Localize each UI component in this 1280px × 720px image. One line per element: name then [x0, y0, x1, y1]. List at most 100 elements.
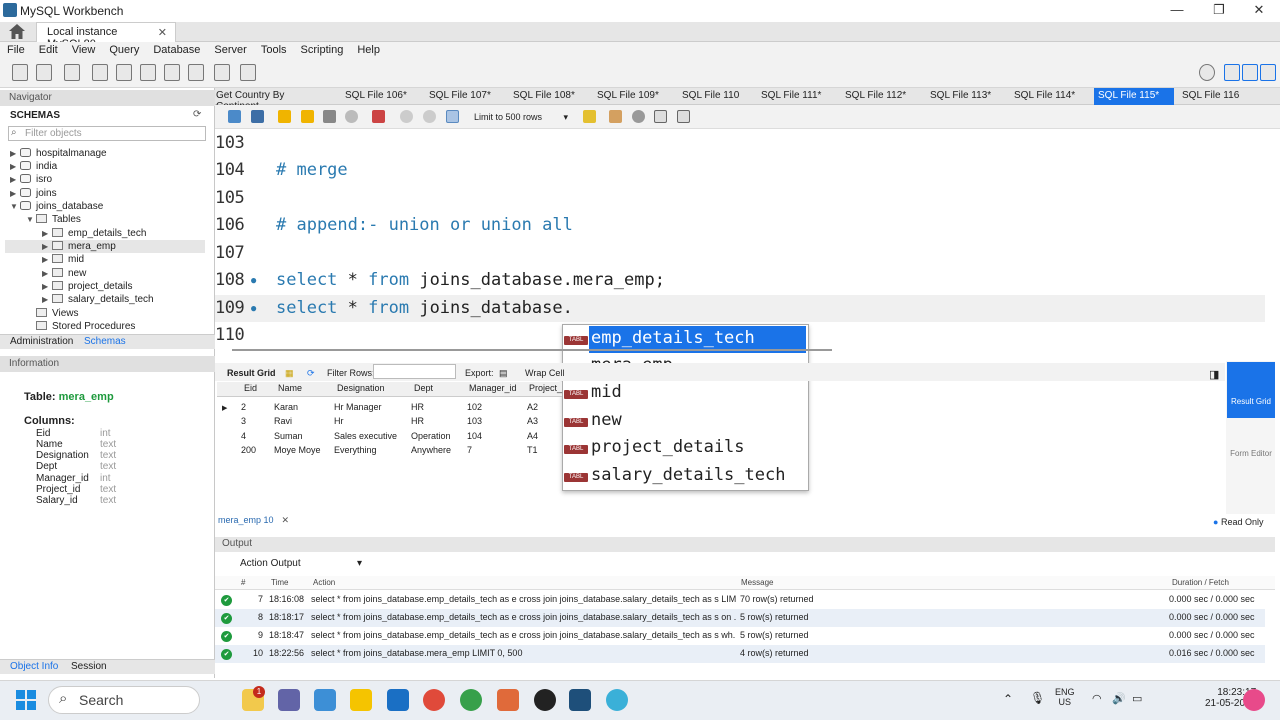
- grid-cell[interactable]: Moye Moye: [274, 445, 321, 455]
- stop-icon[interactable]: [345, 110, 358, 123]
- inspector-icon[interactable]: [64, 64, 80, 81]
- filter-objects-input[interactable]: ⌕ Filter objects: [8, 126, 206, 141]
- grid-cell[interactable]: 4: [241, 431, 246, 441]
- grid-column-header[interactable]: Designation: [337, 383, 385, 393]
- volume-icon[interactable]: 🔊: [1112, 692, 1126, 705]
- sql-tab[interactable]: SQL File 109*: [597, 88, 659, 105]
- sql-tab[interactable]: SQL File 112*: [845, 88, 906, 105]
- schema-item[interactable]: ▶ isro: [10, 174, 52, 185]
- grid-cell[interactable]: Hr: [334, 416, 344, 426]
- mysql-workbench-taskbar-icon[interactable]: [569, 689, 591, 711]
- close-button[interactable]: ✕: [1244, 2, 1274, 20]
- chrome-icon[interactable]: [423, 689, 445, 711]
- result-tab[interactable]: mera_emp 10 ✕: [218, 515, 289, 526]
- explain-icon[interactable]: [323, 110, 336, 123]
- result-grid-label[interactable]: Result Grid: [227, 368, 276, 378]
- refresh-icon[interactable]: ⟳: [307, 368, 315, 379]
- filter-rows-input[interactable]: [373, 364, 456, 379]
- execute-icon[interactable]: [278, 110, 291, 123]
- grid-cell[interactable]: A2: [527, 402, 538, 412]
- sql-tab-active[interactable]: SQL File 115*: [1094, 88, 1174, 105]
- chrome-profile-icon[interactable]: [460, 689, 482, 711]
- grid-cell[interactable]: A3: [527, 416, 538, 426]
- search-table-data-icon[interactable]: [214, 64, 230, 81]
- menu-tools[interactable]: Tools: [254, 44, 294, 56]
- procedures-folder[interactable]: Stored Procedures: [26, 321, 135, 332]
- tables-folder[interactable]: ▼ Tables: [26, 214, 81, 225]
- schema-item[interactable]: ▶ hospitalmanage: [10, 148, 107, 159]
- chevron-up-icon[interactable]: ⌃: [1003, 692, 1013, 706]
- menu-edit[interactable]: Edit: [32, 44, 65, 56]
- home-icon[interactable]: [8, 23, 26, 40]
- table-item[interactable]: ▶ project_details: [42, 281, 132, 292]
- output-row[interactable]: ✔ 10 18:22:56 select * from joins_database.…: [215, 645, 1265, 663]
- grid-cell[interactable]: T1: [527, 445, 538, 455]
- open-file-icon[interactable]: [228, 110, 241, 123]
- schema-item[interactable]: ▼ joins_database: [10, 201, 103, 212]
- grid-cell[interactable]: 3: [241, 416, 246, 426]
- open-sql-script-icon[interactable]: [36, 64, 52, 81]
- word-wrap-icon[interactable]: [677, 110, 690, 123]
- tab-schemas[interactable]: Schemas: [84, 336, 126, 347]
- mail-icon[interactable]: [387, 689, 409, 711]
- autocomplete-item[interactable]: TABL new: [562, 408, 809, 435]
- app-icon[interactable]: [606, 689, 628, 711]
- autocomplete-item[interactable]: TABL salary_details_tech: [562, 463, 809, 490]
- grid-cell[interactable]: Operation: [411, 431, 451, 441]
- file-explorer-icon[interactable]: [350, 689, 372, 711]
- result-grid-button[interactable]: Result Grid: [1227, 362, 1275, 418]
- invisible-chars-icon[interactable]: [654, 110, 667, 123]
- sql-tab[interactable]: SQL File 116: [1182, 88, 1239, 105]
- grid-cell[interactable]: Sales executive: [334, 431, 397, 441]
- grid-cell[interactable]: 103: [467, 416, 482, 426]
- table-item[interactable]: ▶ mera_emp: [42, 241, 116, 252]
- grid-cell[interactable]: 7: [467, 445, 472, 455]
- snippet-icon[interactable]: [609, 110, 622, 123]
- limit-rows-select[interactable]: Limit to 500 rows ▾: [470, 110, 570, 125]
- grid-column-header[interactable]: Dept: [414, 383, 433, 393]
- close-tab-icon[interactable]: ✕: [282, 515, 290, 525]
- table-item[interactable]: ▶ new: [42, 268, 86, 279]
- rollback-icon[interactable]: [423, 110, 436, 123]
- grid-cell[interactable]: 200: [241, 445, 256, 455]
- menu-scripting[interactable]: Scripting: [294, 44, 351, 56]
- toggle-output-icon[interactable]: [1242, 64, 1258, 81]
- autocomplete-item[interactable]: TABL mid: [562, 380, 809, 407]
- taskbar-search[interactable]: ⌕ Search: [48, 686, 200, 714]
- tab-session[interactable]: Session: [71, 661, 107, 672]
- sql-tab[interactable]: SQL File 110: [682, 88, 739, 105]
- table-item[interactable]: ▶ mid: [42, 254, 84, 265]
- grid-cell[interactable]: 102: [467, 402, 482, 412]
- create-schema-icon[interactable]: [92, 64, 108, 81]
- views-folder[interactable]: Views: [26, 308, 79, 319]
- sql-tab[interactable]: SQL File 111*: [761, 88, 821, 105]
- menu-help[interactable]: Help: [350, 44, 387, 56]
- commit-icon[interactable]: [400, 110, 413, 123]
- close-tab-icon[interactable]: ✕: [158, 26, 167, 39]
- grid-column-header[interactable]: Manager_id: [469, 383, 517, 393]
- menu-view[interactable]: View: [65, 44, 103, 56]
- schema-item[interactable]: ▶ joins: [10, 188, 57, 199]
- language-indicator[interactable]: ENG US: [1055, 687, 1075, 707]
- grid-column-header[interactable]: Eid: [244, 383, 257, 393]
- battery-icon[interactable]: ▭: [1132, 692, 1142, 705]
- menu-database[interactable]: Database: [146, 44, 207, 56]
- sql-tab[interactable]: SQL File 106*: [345, 88, 407, 105]
- grid-cell[interactable]: Karan: [274, 402, 298, 412]
- windows-start-icon[interactable]: [16, 690, 36, 710]
- autocomplete-item[interactable]: TABL project_details: [562, 435, 809, 462]
- output-row[interactable]: ✔ 7 18:16:08 select * from joins_database.e…: [215, 591, 1265, 609]
- table-item[interactable]: ▶ salary_details_tech: [42, 294, 154, 305]
- copilot-icon[interactable]: [1243, 689, 1265, 711]
- tab-administration[interactable]: Administration: [10, 336, 73, 347]
- grid-cell[interactable]: Ravi: [274, 416, 292, 426]
- grid-icon[interactable]: ▦: [285, 368, 294, 379]
- execute-current-icon[interactable]: [301, 110, 314, 123]
- menu-file[interactable]: File: [0, 44, 32, 56]
- minimize-button[interactable]: —: [1162, 2, 1192, 20]
- grid-cell[interactable]: HR: [411, 416, 424, 426]
- sql-tab[interactable]: SQL File 113*: [930, 88, 991, 105]
- menu-server[interactable]: Server: [207, 44, 253, 56]
- action-output-select[interactable]: Action Output ▾: [240, 558, 365, 572]
- wrap-cell-label[interactable]: Wrap Cell: [525, 368, 564, 378]
